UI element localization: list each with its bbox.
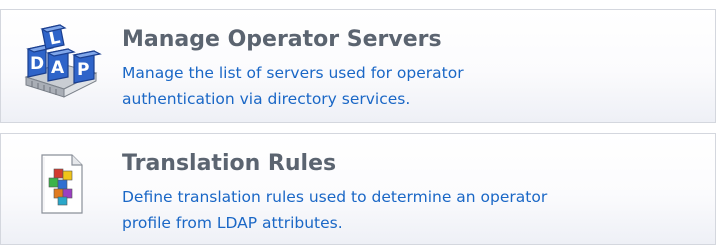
description-line: authentication via directory services. [122,90,411,108]
item-description: Define translation rules used to determi… [122,184,682,236]
svg-text:D: D [30,54,44,74]
svg-text:A: A [51,58,65,78]
item-description: Manage the list of servers used for oper… [122,60,682,112]
ldap-directory-icon: L D A P [18,23,108,103]
description-line: Manage the list of servers used for oper… [122,64,464,82]
description-line: Define translation rules used to determi… [122,188,548,206]
svg-text:P: P [77,60,89,80]
translation-rules-item[interactable]: Translation Rules Define translation rul… [0,133,716,245]
item-title[interactable]: Translation Rules [122,151,336,177]
item-title[interactable]: Manage Operator Servers [122,27,442,53]
description-line: profile from LDAP attributes. [122,214,343,232]
manage-operator-servers-item[interactable]: L D A P Manage Operator Servers Manage t… [0,9,716,123]
translation-rules-document-icon [18,147,108,227]
